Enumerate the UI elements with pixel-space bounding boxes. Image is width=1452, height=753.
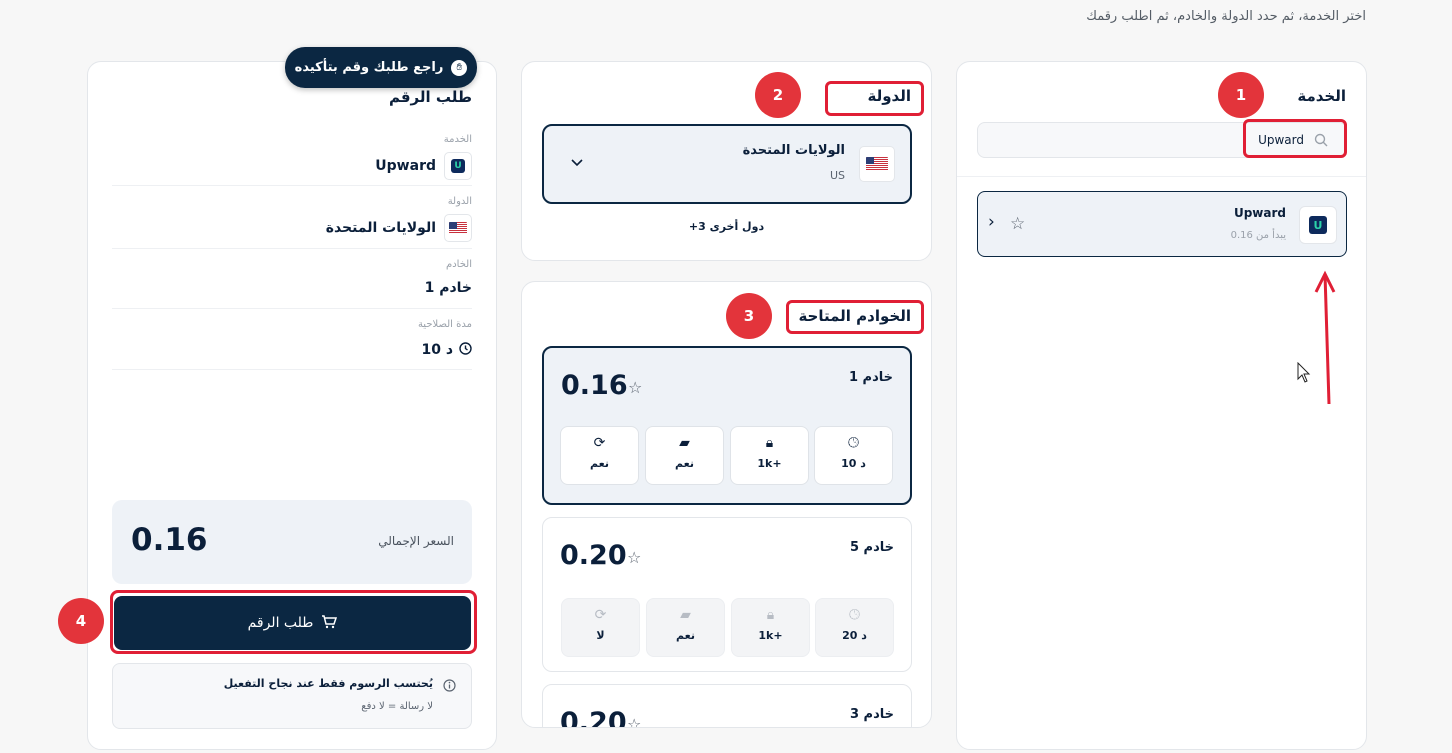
step-badge-4: 4 <box>58 598 104 644</box>
refresh-icon: ⟳ <box>594 607 607 623</box>
chat-icon: ▰ <box>679 435 690 451</box>
step-badge-3: 3 <box>726 293 772 339</box>
review-tooltip: ✋︎ راجع طلبك وقم بتأكيده <box>285 47 477 88</box>
country-name: الولايات المتحدة <box>742 143 845 158</box>
more-countries-link[interactable]: +3 دول أخرى <box>522 220 931 233</box>
validity-label: مدة الصلاحية <box>417 319 472 330</box>
upward-logo-icon: U <box>451 159 465 173</box>
total-price-value: 0.16 <box>131 522 208 558</box>
service-summary-value: Upward <box>375 158 436 174</box>
us-flag-icon <box>449 222 467 234</box>
chevron-down-icon[interactable] <box>571 152 583 171</box>
highlight-country-title <box>825 81 924 116</box>
order-divider <box>112 308 472 309</box>
lock-bag-icon: 🔒︎ <box>766 607 775 623</box>
lock-bag-icon: 🔒︎ <box>765 435 774 451</box>
star-icon[interactable]: ☆ <box>627 548 641 567</box>
refresh-icon: ⟳ <box>593 435 606 451</box>
step-badge-1: 1 <box>1218 72 1264 118</box>
hand-icon: ✋︎ <box>451 59 468 76</box>
step-badge-2: 2 <box>755 72 801 118</box>
sms-stat: ▰ نعم <box>646 598 725 657</box>
sms-value: نعم <box>675 457 694 470</box>
country-summary-row: الولايات المتحدة <box>326 214 472 242</box>
order-divider <box>112 185 472 186</box>
order-divider <box>112 248 472 249</box>
country-code: US <box>829 169 845 182</box>
service-item-name: Upward <box>1233 206 1286 220</box>
tooltip-text: راجع طلبك وقم بتأكيده <box>294 60 444 75</box>
server-name: خادم 3 <box>849 707 894 722</box>
us-flag-icon <box>866 157 888 171</box>
country-flag-box <box>859 146 895 182</box>
renew-value: لا <box>596 629 605 642</box>
chat-icon: ▰ <box>680 607 691 623</box>
total-price-box: السعر الإجمالي 0.16 <box>112 500 472 584</box>
service-label: الخدمة <box>443 134 472 145</box>
clock-icon: 🕒︎ <box>847 435 860 451</box>
highlight-servers-title <box>786 300 924 334</box>
duration-value: 10 د <box>841 457 866 470</box>
service-list-item[interactable]: U Upward يبدأ من 0.16 ☆ › <box>977 191 1347 257</box>
service-panel: الخدمة Upward U Upward يبدأ من 0.16 ☆ › <box>956 61 1367 750</box>
capacity-value: 1k+ <box>758 629 783 642</box>
server-name: خادم 5 <box>849 540 894 555</box>
page-instruction: اختر الخدمة، ثم حدد الدولة والخادم، ثم ا… <box>1086 9 1366 24</box>
star-icon[interactable]: ☆ <box>627 715 641 727</box>
duration-value: 20 د <box>842 629 867 642</box>
validity-summary-row: 10 د <box>421 340 472 359</box>
duration-stat: 🕒︎ 10 د <box>814 426 893 485</box>
service-panel-title: الخدمة <box>1297 87 1346 105</box>
charge-notice: يُحتسب الرسوم فقط عند نجاح التفعيل لا رس… <box>112 663 472 729</box>
mouse-cursor-icon <box>1297 361 1311 388</box>
star-icon[interactable]: ☆ <box>628 378 642 397</box>
country-label: الدولة <box>447 196 472 207</box>
star-icon[interactable]: ☆ <box>1010 214 1025 234</box>
service-logo: U <box>1299 206 1337 244</box>
upward-logo-icon: U <box>1309 216 1327 234</box>
annotation-arrow <box>1314 270 1336 405</box>
service-summary-logo: U <box>444 152 472 180</box>
server-card[interactable]: خادم 3 0.20 ☆ <box>542 684 912 728</box>
sms-value: نعم <box>676 629 695 642</box>
server-label: الخادم <box>446 259 472 270</box>
order-divider <box>112 369 472 370</box>
highlight-order-button <box>110 590 477 654</box>
sms-stat: ▰ نعم <box>645 426 724 485</box>
total-price-label: السعر الإجمالي <box>378 534 454 548</box>
server-card[interactable]: خادم 1 0.16 ☆ 🕒︎ 10 د 🔒︎ 1k+ ▰ نعم ⟳ نعم <box>542 346 912 505</box>
info-icon <box>443 677 456 696</box>
service-panel-divider <box>957 176 1366 177</box>
server-price: 0.16 <box>561 370 628 401</box>
notice-subtitle: لا رسالة = لا دفع <box>361 701 433 712</box>
clock-icon: 🕒︎ <box>848 607 861 623</box>
duration-stat: 🕒︎ 20 د <box>815 598 894 657</box>
capacity-stat: 🔒︎ 1k+ <box>731 598 810 657</box>
order-panel-title: طلب الرقم <box>388 88 472 106</box>
renew-value: نعم <box>590 457 609 470</box>
notice-title: يُحتسب الرسوم فقط عند نجاح التفعيل <box>223 677 433 690</box>
clock-icon <box>459 340 472 359</box>
service-summary-row: U Upward <box>375 152 472 180</box>
country-summary-value: الولايات المتحدة <box>325 220 436 236</box>
server-price: 0.20 <box>560 707 627 728</box>
server-summary-value: خادم 1 <box>424 280 472 296</box>
chevron-right-icon[interactable]: › <box>988 212 995 232</box>
capacity-stat: 🔒︎ 1k+ <box>730 426 809 485</box>
server-name: خادم 1 <box>848 370 893 385</box>
renew-stat: ⟳ نعم <box>560 426 639 485</box>
renew-stat: ⟳ لا <box>561 598 640 657</box>
service-item-subtitle: يبدأ من 0.16 <box>1230 230 1286 241</box>
highlight-service-search <box>1243 119 1347 158</box>
validity-summary-value: 10 د <box>421 341 453 358</box>
servers-panel: الخوادم المتاحة خادم 1 0.16 ☆ 🕒︎ 10 د 🔒︎… <box>521 281 932 728</box>
server-price: 0.20 <box>560 540 627 571</box>
server-card[interactable]: خادم 5 0.20 ☆ 🕒︎ 20 د 🔒︎ 1k+ ▰ نعم ⟳ لا <box>542 517 912 672</box>
country-summary-flag <box>444 214 472 242</box>
capacity-value: 1k+ <box>757 457 782 470</box>
country-select[interactable]: الولايات المتحدة US <box>542 124 912 204</box>
